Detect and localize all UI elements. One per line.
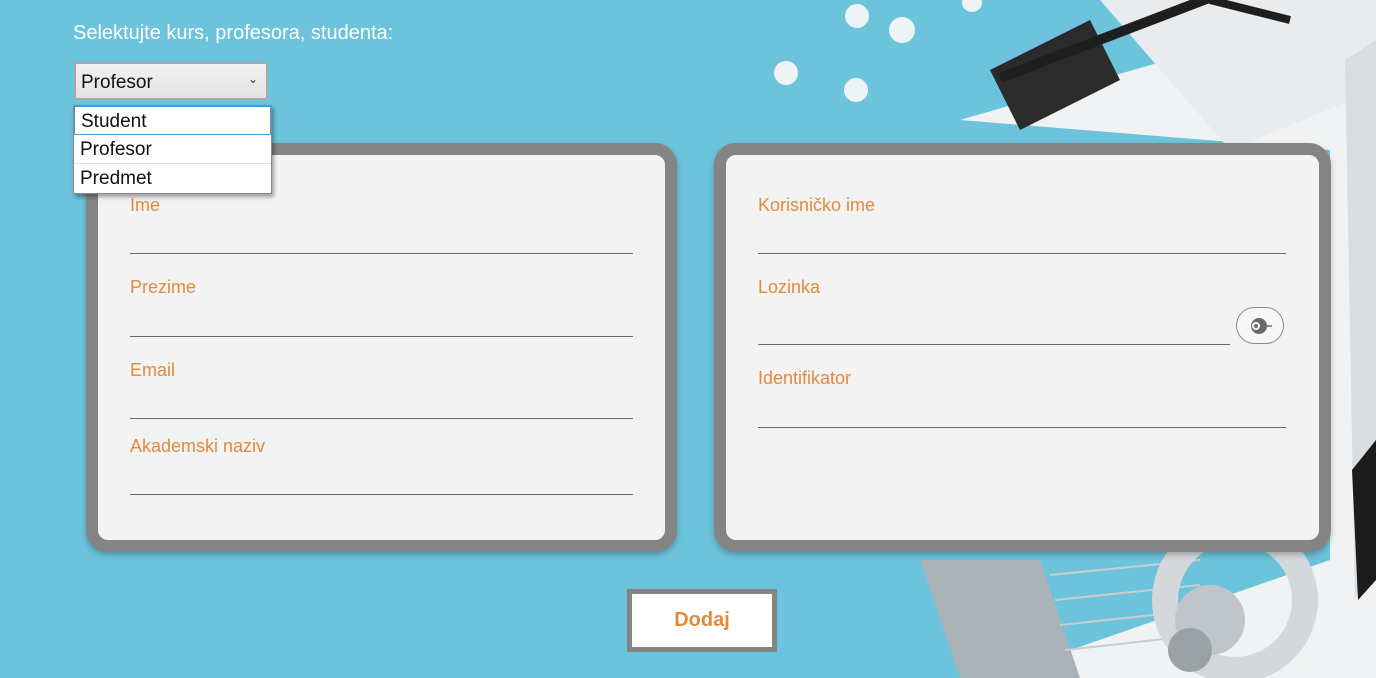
akademski-naziv-label: Akademski naziv [130, 436, 266, 456]
lozinka-label: Lozinka [758, 277, 821, 297]
add-button[interactable]: Dodaj [627, 589, 777, 652]
entity-dropdown: Student Profesor Predmet [73, 105, 272, 194]
show-password-button[interactable] [1236, 307, 1284, 344]
dropdown-option-profesor[interactable]: Profesor [74, 135, 271, 164]
entity-select[interactable]: Profesor ⌄ [74, 62, 268, 100]
chevron-down-icon: ⌄ [247, 72, 258, 86]
prezime-label: Prezime [130, 277, 197, 297]
lozinka-input[interactable] [758, 344, 1230, 345]
ime-label: Ime [130, 195, 161, 215]
identifikator-label: Identifikator [758, 368, 852, 388]
email-label: Email [130, 360, 176, 380]
identifikator-field[interactable]: Identifikator [758, 368, 1286, 428]
select-value: Profesor [81, 72, 153, 93]
identifikator-input[interactable] [758, 427, 1286, 428]
email-input[interactable] [130, 418, 633, 419]
akademski-naziv-input[interactable] [130, 494, 633, 495]
dropdown-option-student[interactable]: Student [74, 106, 271, 135]
korisnicko-ime-label: Korisničko ime [758, 195, 876, 215]
dropdown-option-predmet[interactable]: Predmet [74, 164, 271, 193]
ime-input[interactable] [130, 253, 633, 254]
prezime-field[interactable]: Prezime [130, 277, 633, 337]
eye-icon [1251, 318, 1272, 334]
selection-prompt: Selektujte kurs, profesora, studenta: [73, 22, 394, 44]
korisnicko-ime-input[interactable] [758, 253, 1286, 254]
email-field[interactable]: Email [130, 360, 633, 419]
ime-field[interactable]: Ime [130, 195, 633, 254]
prezime-input[interactable] [130, 336, 633, 337]
korisnicko-ime-field[interactable]: Korisničko ime [758, 195, 1286, 254]
lozinka-field[interactable]: Lozinka [758, 277, 1230, 345]
akademski-naziv-field[interactable]: Akademski naziv [130, 436, 633, 495]
